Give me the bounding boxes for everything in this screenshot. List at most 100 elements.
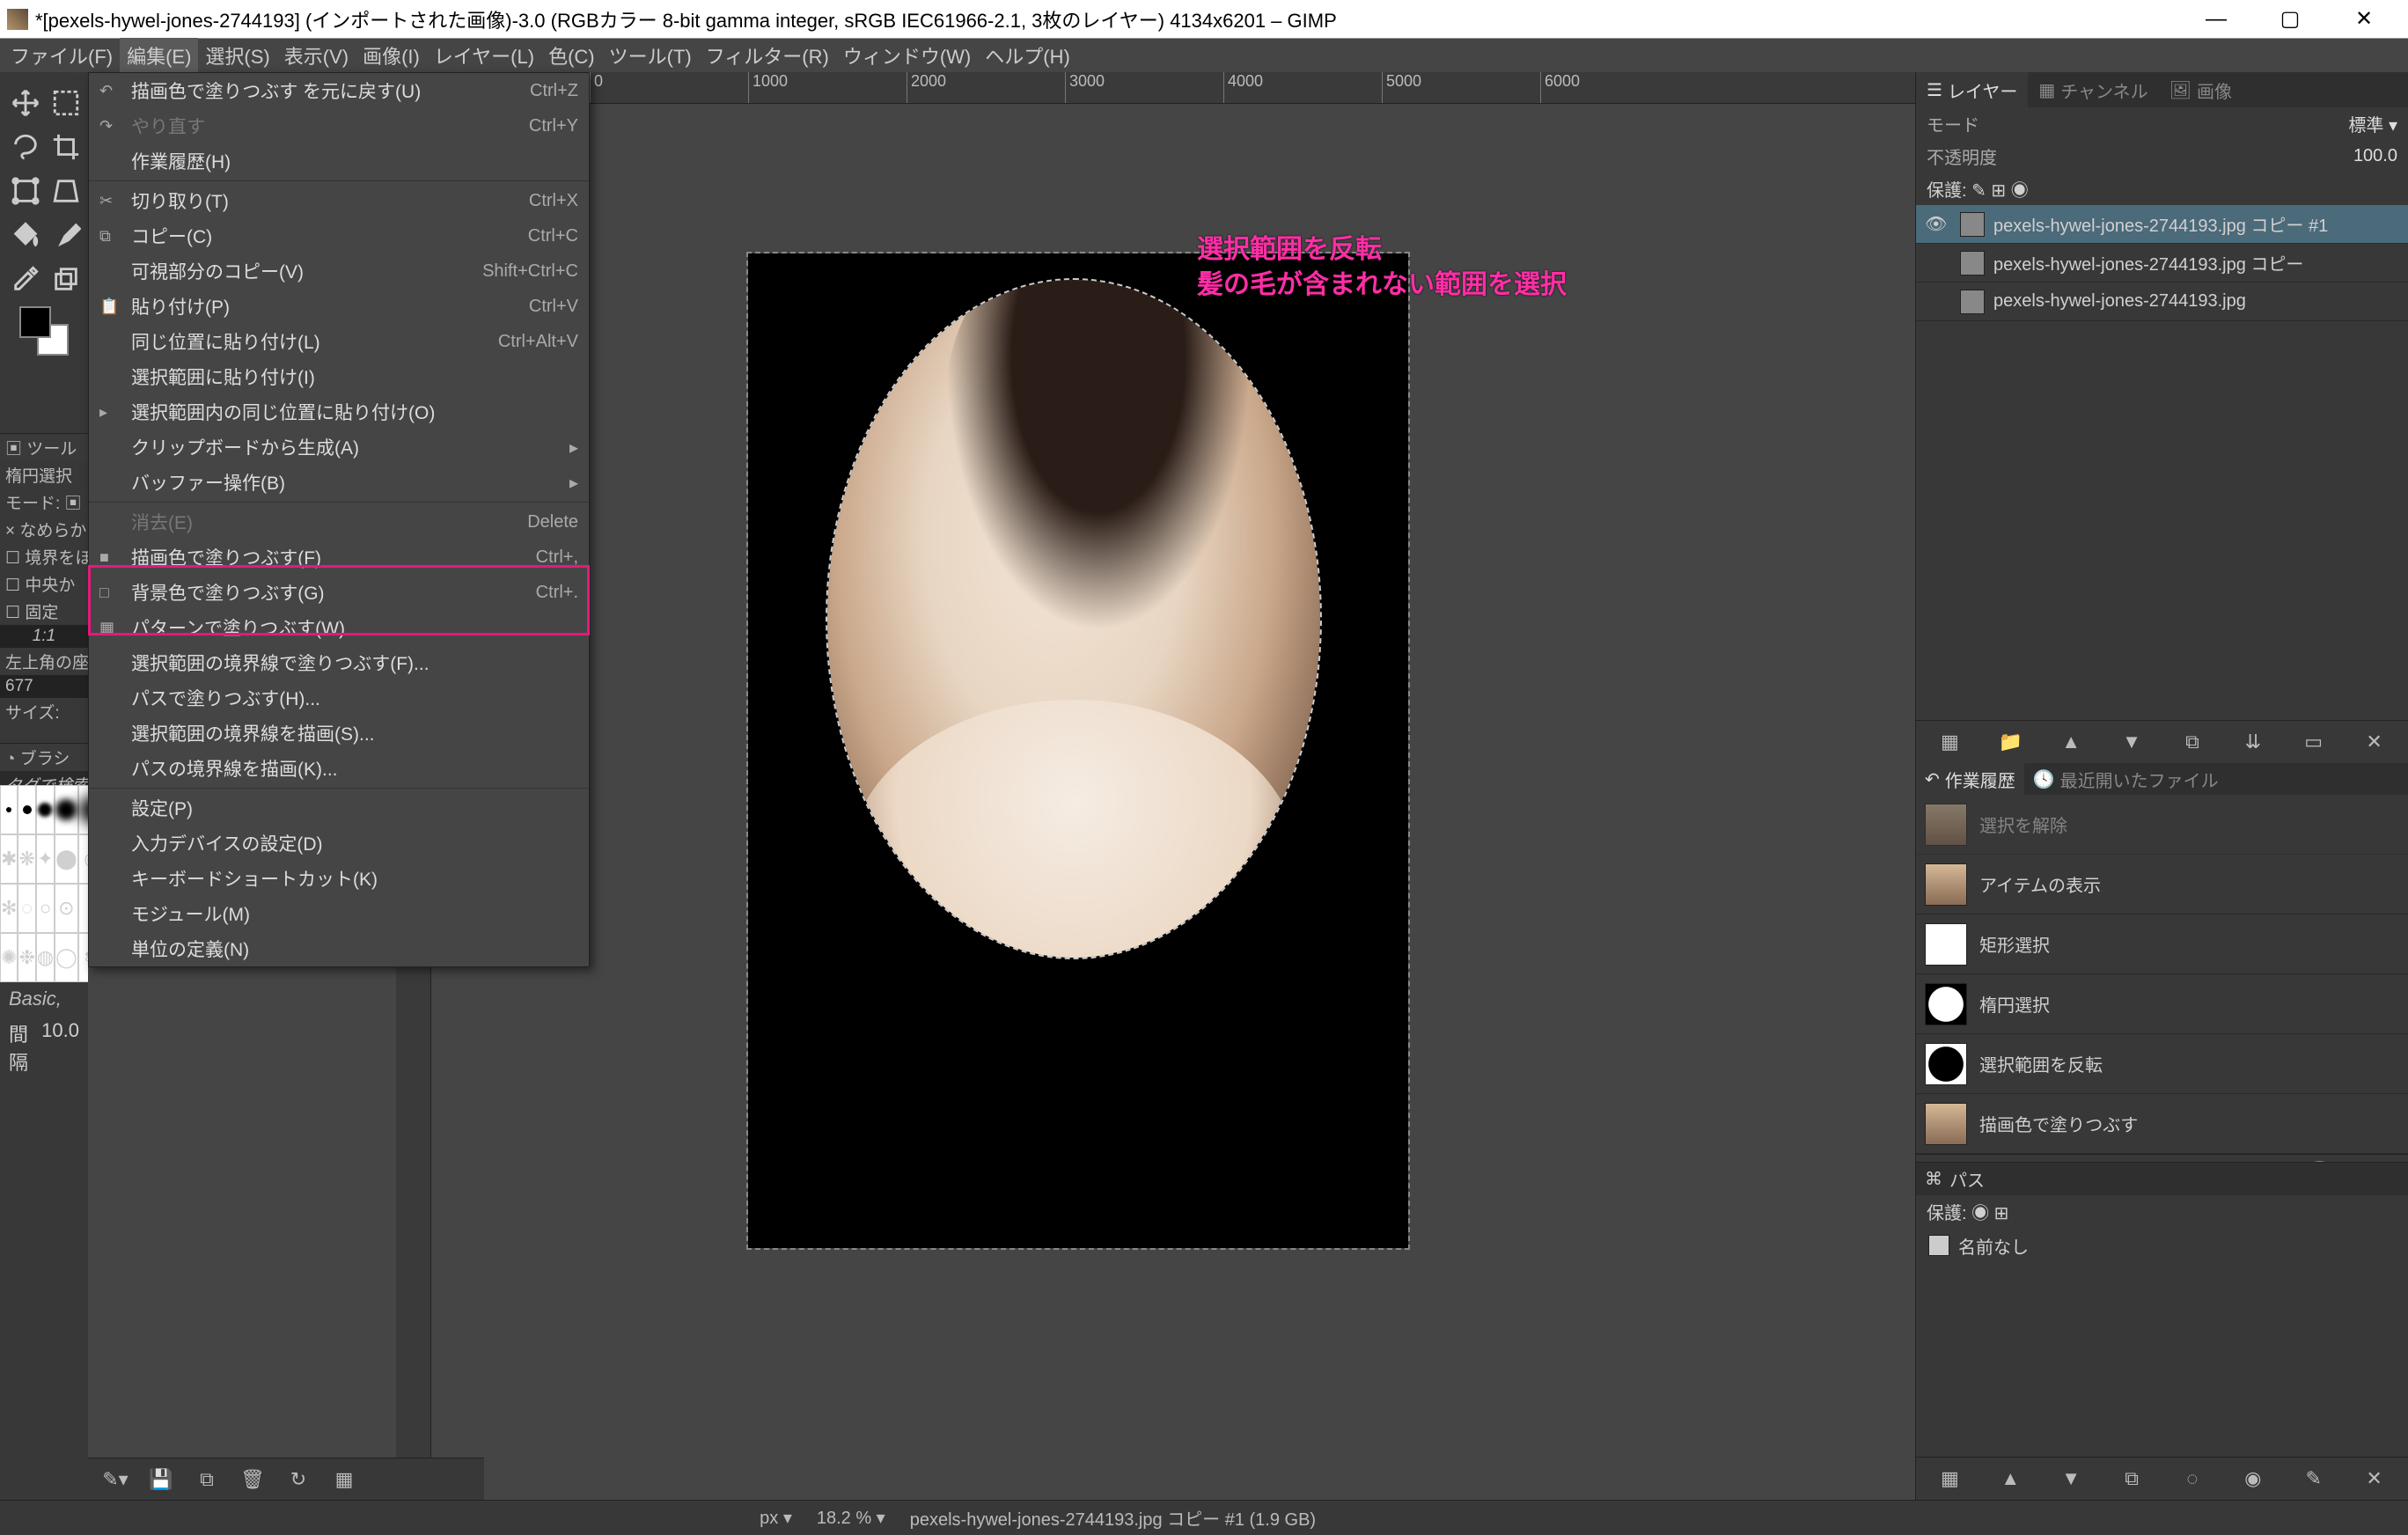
dup-path-icon[interactable]: ⧉ (2116, 1463, 2147, 1495)
transform-tool-icon[interactable] (5, 171, 46, 211)
new-layer-icon[interactable]: ▦ (1934, 726, 1965, 758)
tab-レイヤー[interactable]: ☰レイヤー (1916, 72, 2028, 108)
canvas-image[interactable] (748, 253, 1408, 1248)
menu-item[interactable]: 同じ位置に貼り付け(L)Ctrl+Alt+V (89, 324, 589, 359)
menu-item[interactable]: パスの境界線を描画(K)... (89, 751, 589, 786)
opacity-row[interactable]: 不透明度100.0 (1916, 140, 2408, 173)
menu-0[interactable]: ファイル(F) (4, 38, 120, 73)
history-item[interactable]: 選択範囲を反転 (1916, 1034, 2408, 1094)
menu-3[interactable]: 表示(V) (277, 38, 356, 73)
history-item[interactable]: 描画色で塗りつぶす (1916, 1094, 2408, 1154)
menu-item[interactable]: クリップボードから生成(A)▸ (89, 430, 589, 465)
menu-10[interactable]: ヘルプ(H) (978, 38, 1077, 73)
tab-チャンネル[interactable]: ▦チャンネル (2028, 72, 2158, 108)
bucket-tool-icon[interactable] (5, 215, 46, 255)
paths-protect[interactable]: 保護: ◉ ⊞ (1916, 1195, 2408, 1228)
new-group-icon[interactable]: 📁 (1994, 726, 2026, 758)
hist-tab[interactable]: ↶作業履歴 (1916, 763, 2024, 796)
menu-item[interactable]: ▦パターンで塗りつぶす(W) (89, 610, 589, 645)
menu-6[interactable]: 色(C) (541, 38, 602, 73)
menu-item[interactable]: 作業履歴(H) (89, 143, 589, 179)
close-button[interactable]: ✕ (2327, 0, 2401, 39)
minimize-button[interactable]: — (2179, 0, 2253, 39)
menu-item[interactable]: パスで塗りつぶす(H)... (89, 680, 589, 716)
perspective-tool-icon[interactable] (46, 171, 86, 211)
lower-path-icon[interactable]: ▼ (2055, 1463, 2087, 1495)
smooth-option[interactable]: × なめらか (0, 516, 88, 543)
menu-item[interactable]: 単位の定義(N) (89, 931, 589, 966)
brush-grid[interactable]: ✱❋✦ ⬤◉● ✻◌○ ⊙◐◆ ✺❉◍ ◯✾❀ (0, 785, 88, 982)
menu-item[interactable]: 選択範囲の境界線で塗りつぶす(F)... (89, 645, 589, 680)
hist-tab[interactable]: 🕓最近開いたファイル (2024, 763, 2228, 796)
path-to-sel-icon[interactable]: ◌ (2177, 1463, 2208, 1495)
delete-path-icon[interactable]: ✕ (2359, 1463, 2390, 1495)
menu-item[interactable]: ▸選択範囲内の同じ位置に貼り付け(O) (89, 394, 589, 430)
history-item[interactable]: 楕円選択 (1916, 974, 2408, 1034)
color-indicator[interactable] (19, 306, 69, 356)
menu-item[interactable]: □背景色で塗りつぶす(G)Ctrl+. (89, 575, 589, 610)
lower-layer-icon[interactable]: ▼ (2116, 726, 2147, 758)
zoom-selector[interactable]: 18.2 % ▾ (804, 1507, 898, 1529)
menu-item[interactable]: 可視部分のコピー(V)Shift+Ctrl+C (89, 253, 589, 289)
move-tool-icon[interactable] (5, 83, 46, 123)
layer-row[interactable]: pexels-hywel-jones-2744193.jpg (1916, 283, 2408, 321)
layer-row[interactable]: 👁pexels-hywel-jones-2744193.jpg コピー #1 (1916, 205, 2408, 244)
crop-tool-icon[interactable] (46, 127, 86, 167)
menu-item[interactable]: モジュール(M) (89, 896, 589, 931)
menu-2[interactable]: 選択(S) (198, 38, 276, 73)
menu-item[interactable]: バッファー操作(B)▸ (89, 465, 589, 500)
menu-item[interactable]: ↶描画色で塗りつぶす を元に戻す(U)Ctrl+Z (89, 73, 589, 108)
menu-9[interactable]: ウィンドウ(W) (836, 38, 978, 73)
history-item[interactable]: アイテムの表示 (1916, 855, 2408, 914)
maximize-button[interactable]: ▢ (2253, 0, 2327, 39)
menu-item[interactable]: ⧉コピー(C)Ctrl+C (89, 218, 589, 253)
coord-value[interactable]: 677 (0, 675, 88, 698)
path-item[interactable]: 名前なし (1916, 1228, 2408, 1263)
brush-tool-icon[interactable] (46, 215, 86, 255)
menu-4[interactable]: 画像(I) (356, 38, 427, 73)
blend-mode-row[interactable]: モード標準 ▾ (1916, 107, 2408, 140)
spacing-row[interactable]: 間隔 10.0 (0, 1016, 88, 1079)
tab-画像[interactable]: 🖼画像 (2159, 72, 2243, 108)
raise-path-icon[interactable]: ▲ (1994, 1463, 2026, 1495)
duplicate-layer-icon[interactable]: ⧉ (2177, 726, 2208, 758)
eyedropper-tool-icon[interactable] (5, 259, 46, 299)
sel-to-path-icon[interactable]: ◉ (2237, 1463, 2269, 1495)
menu-item[interactable]: 入力デバイスの設定(D) (89, 826, 589, 861)
lasso-tool-icon[interactable] (5, 127, 46, 167)
raise-layer-icon[interactable]: ▲ (2055, 726, 2087, 758)
unit-selector[interactable]: px ▾ (747, 1507, 804, 1529)
center-option[interactable]: ☐ 中央か (0, 570, 88, 598)
menu-item[interactable]: キーボードショートカット(K) (89, 861, 589, 896)
fixed-option[interactable]: ☐ 固定 (0, 598, 88, 625)
fg-color-swatch[interactable] (19, 306, 51, 338)
menu-7[interactable]: ツール(T) (602, 38, 699, 73)
delete-layer-icon[interactable]: ✕ (2359, 726, 2390, 758)
history-item[interactable]: 選択を解除 (1916, 795, 2408, 855)
rect-select-tool-icon[interactable] (46, 83, 86, 123)
refresh-icon[interactable]: ↻ (283, 1465, 313, 1495)
edge-option[interactable]: ☐ 境界をほ (0, 543, 88, 570)
stroke-path-icon[interactable]: ✎ (2298, 1463, 2330, 1495)
mask-layer-icon[interactable]: ▭ (2298, 726, 2330, 758)
history-item[interactable]: 矩形選択 (1916, 914, 2408, 974)
edit-icon[interactable]: ✎▾ (100, 1465, 130, 1495)
delete-icon[interactable]: 🗑 (238, 1465, 268, 1495)
menu-5[interactable]: レイヤー(L) (427, 38, 541, 73)
save-icon[interactable]: 💾 (146, 1465, 176, 1495)
menu-item[interactable]: 選択範囲に貼り付け(I) (89, 359, 589, 394)
menu-item[interactable]: 選択範囲の境界線を描画(S)... (89, 716, 589, 751)
menu-item[interactable]: 設定(P) (89, 790, 589, 826)
clone-tool-icon[interactable] (46, 259, 86, 299)
menu-1[interactable]: 編集(E) (120, 38, 198, 73)
menu-8[interactable]: フィルター(R) (699, 38, 836, 73)
menu-item[interactable]: ■描画色で塗りつぶす(F)Ctrl+, (89, 540, 589, 575)
layer-row[interactable]: pexels-hywel-jones-2744193.jpg コピー (1916, 244, 2408, 283)
new-path-icon[interactable]: ▦ (1934, 1463, 1965, 1495)
grid-icon[interactable]: ▦ (329, 1465, 359, 1495)
canvas-area[interactable]: -10000100020003000400050006000 選択範囲を反転 髪… (396, 72, 1915, 1500)
menu-item[interactable]: ✂切り取り(T)Ctrl+X (89, 183, 589, 218)
duplicate-icon[interactable]: ⧉ (192, 1465, 222, 1495)
protect-row[interactable]: 保護: ✎ ⊞ ◉ (1916, 173, 2408, 205)
menu-item[interactable]: 📋貼り付け(P)Ctrl+V (89, 289, 589, 324)
